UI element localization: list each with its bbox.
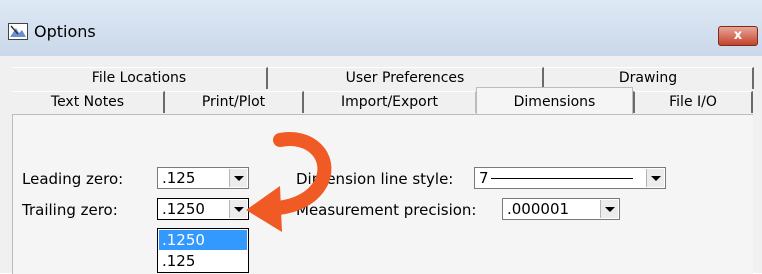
dropdown-arrow-icon[interactable] [646, 169, 664, 187]
tab-file-locations[interactable]: File Locations [12, 67, 268, 89]
measurement-precision-combo[interactable]: .000001 [502, 198, 620, 220]
trailing-zero-value: .1250 [162, 200, 205, 218]
title-bar: Options x [0, 0, 762, 57]
tab-label: Text Notes [50, 94, 125, 110]
trailing-zero-combo[interactable]: .1250 [157, 198, 249, 220]
tab-text-notes[interactable]: Text Notes [12, 91, 165, 113]
tab-label: Drawing [618, 70, 678, 86]
dropdown-arrow-icon[interactable] [600, 200, 618, 218]
tab-label: File Locations [91, 70, 187, 86]
dropdown-option[interactable]: .125 [159, 251, 247, 271]
trailing-zero-label: Trailing zero: [22, 201, 118, 219]
trailing-zero-dropdown-list: .1250 .125 [157, 228, 249, 273]
tab-print-plot[interactable]: Print/Plot [165, 91, 304, 113]
tab-row-front: Text Notes Print/Plot Import/Export Dime… [12, 87, 758, 115]
tab-label: Print/Plot [201, 94, 266, 110]
app-options-icon [8, 23, 28, 40]
dimension-line-style-value: 7 [479, 169, 489, 187]
line-style-sample [491, 178, 633, 179]
dimension-line-style-combo[interactable]: 7 [474, 167, 666, 189]
measurement-precision-value: .000001 [507, 200, 570, 218]
leading-zero-value: .125 [162, 169, 196, 187]
leading-zero-combo[interactable]: .125 [157, 167, 249, 189]
tab-label: User Preferences [345, 70, 465, 86]
tab-label: Dimensions [513, 94, 596, 110]
tab-drawing[interactable]: Drawing [544, 67, 754, 89]
tab-import-export[interactable]: Import/Export [304, 91, 476, 113]
tab-label: Import/Export [340, 94, 438, 110]
close-icon: x [733, 28, 743, 43]
dropdown-option-selected[interactable]: .1250 [159, 230, 247, 250]
tab-row-back: File Locations User Preferences Drawing [12, 67, 758, 89]
leading-zero-label: Leading zero: [22, 170, 124, 188]
dialog-client: File Locations User Preferences Drawing … [0, 56, 762, 274]
tab-label: File I/O [669, 94, 717, 110]
close-button[interactable]: x [718, 26, 758, 46]
window-title: Options [34, 22, 96, 41]
tab-dimensions[interactable]: Dimensions [476, 87, 633, 115]
tab-user-preferences[interactable]: User Preferences [268, 67, 544, 89]
dimensions-panel [12, 114, 753, 274]
callout-arrow-icon [246, 132, 332, 232]
tab-file-io[interactable]: File I/O [633, 91, 753, 113]
